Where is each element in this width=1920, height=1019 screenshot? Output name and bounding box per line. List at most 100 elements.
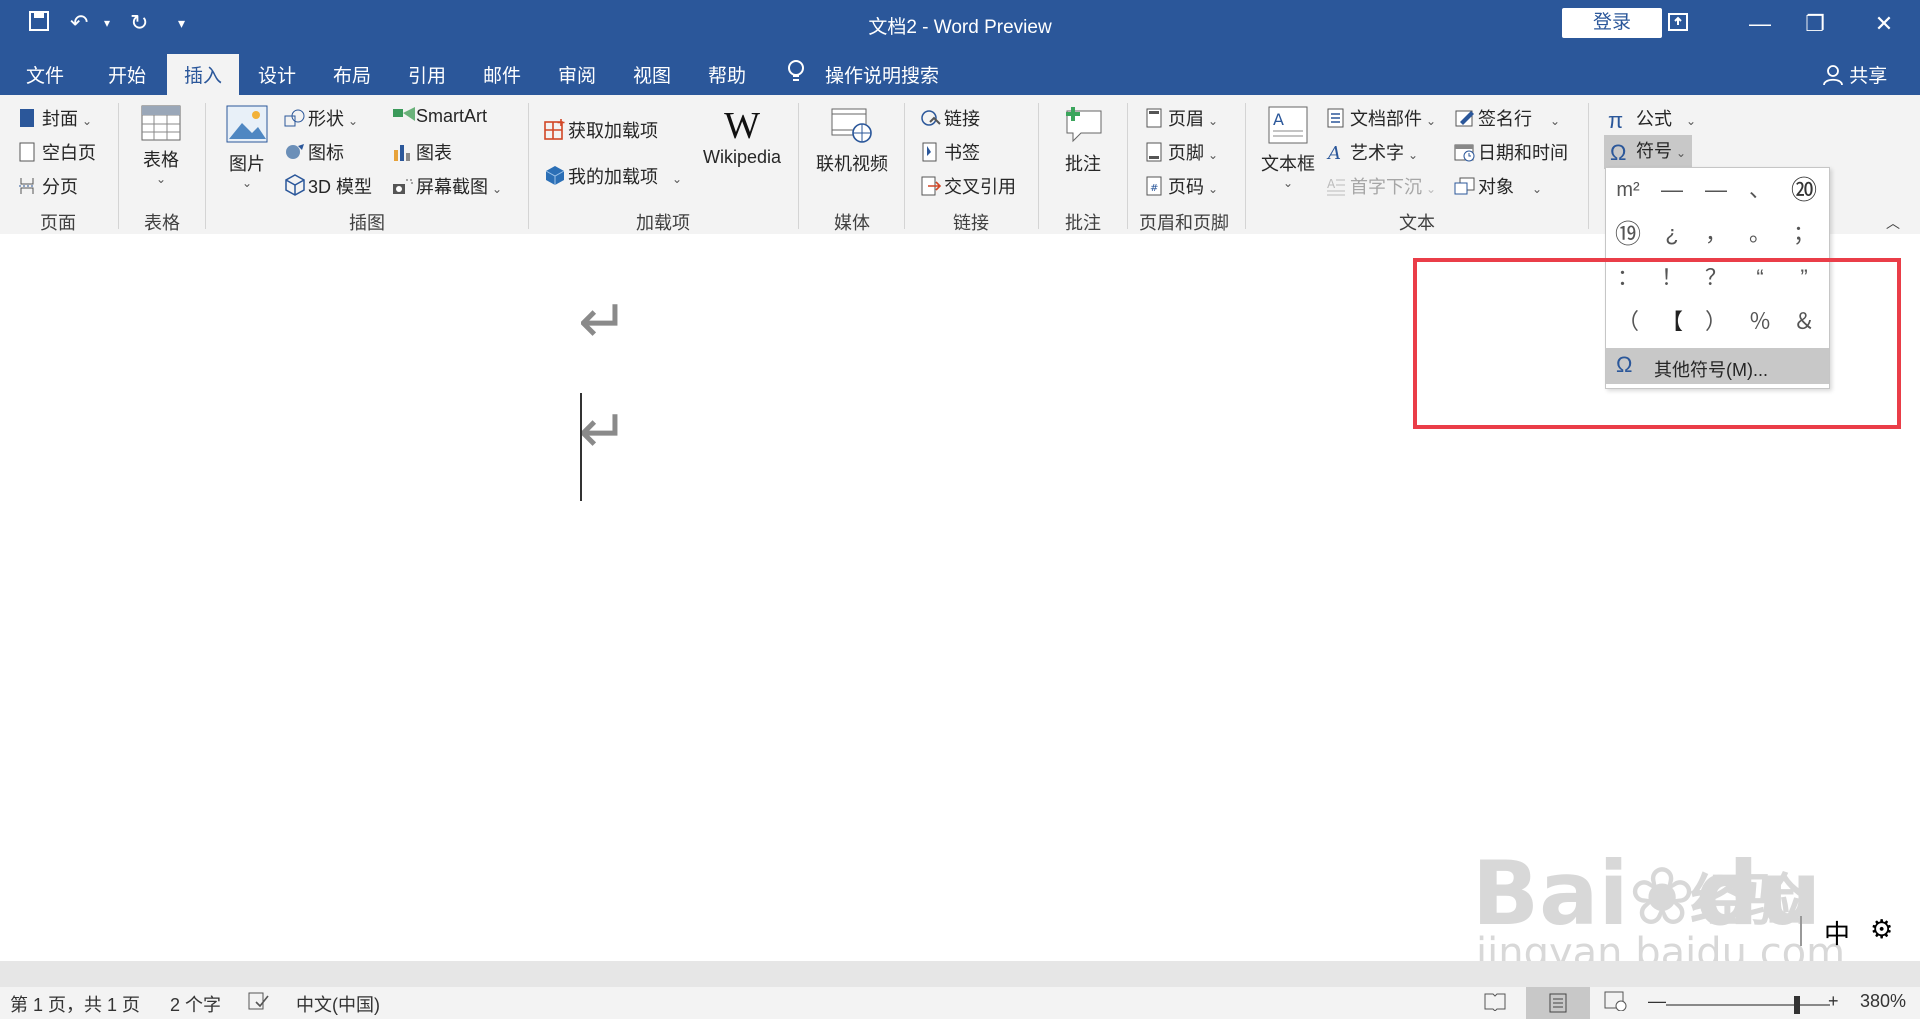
bookmark-icon — [920, 142, 940, 162]
smartart-button[interactable]: SmartArt — [392, 105, 487, 127]
blank-page-icon — [18, 142, 38, 162]
group-illustrations: 插图 — [349, 213, 385, 233]
object-icon — [1454, 176, 1475, 196]
drop-cap-button[interactable]: A 首字下沉 ⌄ — [1326, 173, 1436, 199]
ime-mode[interactable]: 中 — [1824, 914, 1850, 951]
tab-design[interactable]: 设计 — [258, 61, 296, 88]
svg-text:A: A — [1273, 110, 1284, 129]
group-comments: 批注 — [1065, 213, 1101, 233]
symbol-cell[interactable]: ， — [1694, 212, 1738, 256]
symbol-cell[interactable]: 、 — [1738, 168, 1782, 212]
pi-icon: π — [1608, 108, 1624, 133]
undo-dropdown-icon[interactable]: ▾ — [104, 16, 110, 30]
wordart-button[interactable]: A 艺术字 ⌄ — [1326, 139, 1418, 165]
tab-references[interactable]: 引用 — [408, 61, 446, 88]
equation-button[interactable]: π 公式 ⌄ — [1608, 105, 1696, 133]
signature-line-button[interactable]: 签名行 ⌄ — [1454, 105, 1560, 131]
tab-view[interactable]: 视图 — [633, 61, 671, 88]
separator — [1038, 103, 1039, 229]
language[interactable]: 中文(中国) — [296, 991, 380, 1017]
tab-layout[interactable]: 布局 — [333, 61, 371, 88]
share-button[interactable]: 共享 — [1822, 61, 1887, 88]
symbol-cell[interactable]: ⑲ — [1606, 212, 1650, 256]
lightbulb-icon[interactable] — [786, 59, 806, 89]
collapse-ribbon-icon[interactable]: ︿ — [1886, 213, 1900, 233]
online-video-button[interactable]: 联机视频 — [812, 105, 892, 176]
symbol-button[interactable]: Ω 符号 ⌄ — [1604, 135, 1693, 169]
gear-icon[interactable]: ⚙ — [1870, 914, 1893, 945]
page-break-button[interactable]: 分页 — [18, 173, 78, 199]
wikipedia-button[interactable]: W Wikipedia — [696, 105, 788, 168]
tab-mailings[interactable]: 邮件 — [483, 61, 521, 88]
login-button[interactable]: 登录 — [1562, 8, 1662, 38]
picture-button[interactable]: 图片 ⌄ — [222, 105, 272, 190]
object-button[interactable]: 对象 ⌄ — [1454, 173, 1542, 199]
print-layout-icon[interactable] — [1526, 987, 1590, 1019]
tab-insert[interactable]: 插入 — [167, 54, 240, 95]
symbol-cell[interactable]: 。 — [1738, 212, 1782, 256]
cover-page-button[interactable]: 封面 ⌄ — [18, 105, 92, 131]
symbol-cell[interactable]: ¿ — [1650, 212, 1694, 256]
get-addins-button[interactable]: 获取加载项 — [544, 117, 658, 143]
tab-home[interactable]: 开始 — [108, 61, 146, 88]
page-number-button[interactable]: # 页码 ⌄ — [1144, 173, 1218, 199]
proofing-icon[interactable] — [248, 991, 270, 1013]
symbol-cell[interactable]: — — [1650, 168, 1694, 212]
horizontal-scrollbar[interactable] — [0, 961, 1920, 987]
signature-line-icon — [1454, 108, 1474, 128]
3d-models-button[interactable]: 3D 模型 — [284, 173, 372, 199]
footer-button[interactable]: 页脚 ⌄ — [1144, 139, 1218, 165]
bookmark-button[interactable]: 书签 — [920, 139, 980, 165]
wordart-icon: A — [1326, 142, 1346, 164]
save-icon[interactable] — [28, 10, 50, 38]
chart-button[interactable]: 图表 — [392, 139, 452, 165]
tell-me-search[interactable]: 操作说明搜索 — [825, 61, 939, 88]
close-button[interactable]: ✕ — [1864, 8, 1904, 40]
tab-review[interactable]: 审阅 — [558, 61, 596, 88]
web-layout-icon[interactable] — [1604, 991, 1628, 1016]
symbol-cell[interactable]: ⑳ — [1782, 168, 1826, 212]
zoom-out-button[interactable]: — — [1648, 991, 1666, 1012]
table-button[interactable]: 表格 ⌄ — [136, 105, 186, 186]
zoom-in-button[interactable]: + — [1828, 991, 1839, 1012]
group-text: 文本 — [1399, 213, 1435, 233]
customize-quick-access-icon[interactable]: ▾ — [178, 15, 185, 32]
quick-parts-button[interactable]: 文档部件 ⌄ — [1326, 105, 1436, 131]
symbol-cell[interactable]: m² — [1606, 168, 1650, 212]
symbol-cell[interactable]: — — [1694, 168, 1738, 212]
read-mode-icon[interactable] — [1484, 991, 1506, 1016]
shapes-button[interactable]: 形状 ⌄ — [284, 105, 358, 131]
zoom-slider-thumb[interactable] — [1794, 996, 1800, 1014]
new-comment-button[interactable]: 批注 — [1056, 105, 1110, 176]
my-addins-button[interactable]: 我的加载项 ⌄ — [544, 163, 682, 189]
group-media: 媒体 — [834, 213, 870, 233]
redo-icon[interactable]: ↻ — [130, 10, 148, 36]
online-video-icon — [812, 105, 892, 150]
ribbon-display-options-icon[interactable] — [1658, 8, 1698, 40]
blank-page-button[interactable]: 空白页 — [18, 139, 96, 165]
cross-reference-icon — [920, 176, 942, 196]
screenshot-button[interactable]: 屏幕截图 ⌄ — [392, 173, 502, 199]
undo-icon[interactable]: ↶ — [70, 10, 88, 36]
text-box-icon: A — [1258, 105, 1318, 150]
group-pages: 页面 — [40, 213, 76, 233]
minimize-button[interactable]: — — [1740, 8, 1780, 40]
cross-reference-button[interactable]: 交叉引用 — [920, 173, 1016, 199]
header-button[interactable]: 页眉 ⌄ — [1144, 105, 1218, 131]
svg-text:A: A — [1326, 143, 1341, 162]
tab-file[interactable]: 文件 — [26, 61, 64, 88]
date-time-button[interactable]: 日期和时间 — [1454, 139, 1568, 165]
link-button[interactable]: 链接 — [920, 105, 980, 131]
word-count[interactable]: 2 个字 — [170, 991, 221, 1017]
icons-button[interactable]: 图标 — [284, 139, 344, 165]
title-bar: ↶ ▾ ↻ ▾ 文档2 - Word Preview 登录 — ❐ ✕ — [0, 0, 1920, 48]
page-count[interactable]: 第 1 页，共 1 页 — [10, 991, 140, 1017]
symbol-cell[interactable]: ； — [1782, 212, 1826, 256]
page-break-icon — [18, 176, 38, 196]
restore-button[interactable]: ❐ — [1795, 8, 1835, 40]
text-box-button[interactable]: A 文本框 ⌄ — [1258, 105, 1318, 190]
omega-icon: Ω — [1610, 140, 1627, 165]
zoom-slider-track[interactable] — [1666, 1004, 1830, 1006]
tab-help[interactable]: 帮助 — [708, 61, 746, 88]
zoom-level[interactable]: 380% — [1860, 991, 1906, 1012]
